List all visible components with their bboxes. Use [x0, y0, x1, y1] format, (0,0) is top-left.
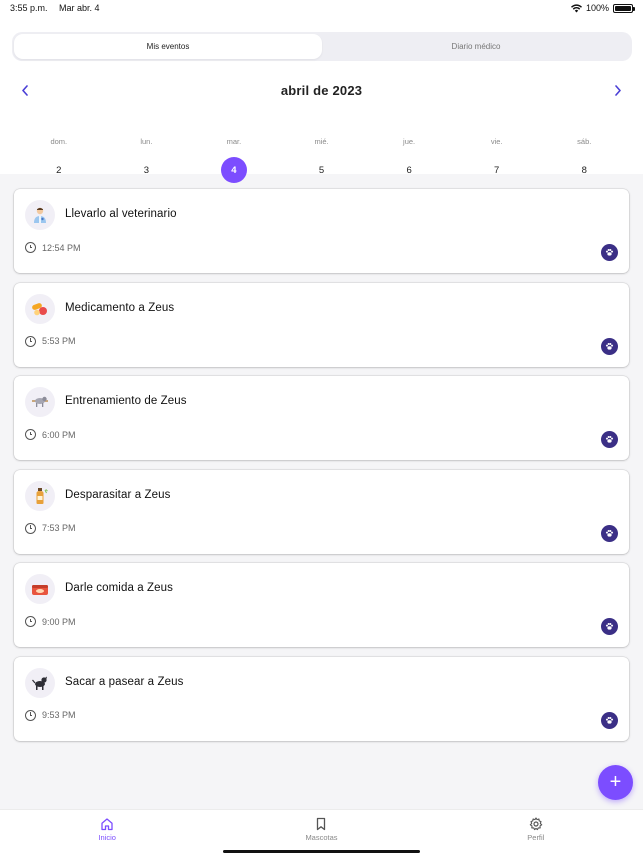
day-friday[interactable]: vie. 7	[453, 137, 541, 183]
food-box-icon	[25, 574, 55, 605]
day-number: 6	[406, 164, 412, 176]
event-card[interactable]: Sacar a pasear a Zeus 9:53 PM	[14, 656, 629, 741]
training-dog-icon	[25, 387, 55, 418]
add-event-button[interactable]: +	[598, 765, 633, 800]
event-time-row: 5:53 PM	[25, 335, 76, 347]
pet-avatar-badge	[601, 524, 618, 542]
day-number: 7	[494, 164, 500, 176]
clock-icon	[25, 522, 36, 534]
event-time: 6:00 PM	[42, 429, 76, 440]
day-saturday[interactable]: sáb. 8	[540, 137, 628, 183]
event-time-row: 12:54 PM	[25, 242, 81, 253]
paw-icon	[605, 529, 614, 537]
segmented-control: Mis eventos Diario médico	[12, 32, 632, 61]
battery-percent: 100%	[585, 3, 609, 13]
paw-icon	[605, 436, 614, 443]
event-title: Sacar a pasear a Zeus	[65, 675, 184, 688]
day-name: jue.	[403, 137, 416, 146]
event-card[interactable]: Llevarlo al veterinario 12:54 PM	[14, 189, 629, 273]
wifi-icon	[570, 3, 582, 12]
clock-icon	[25, 616, 36, 628]
pet-avatar-badge	[601, 337, 618, 355]
day-name: sáb.	[577, 137, 592, 146]
pills-icon	[25, 293, 55, 324]
event-time: 7:53 PM	[42, 523, 76, 534]
event-card[interactable]: Darle comida a Zeus 9:00 PM	[14, 563, 629, 648]
battery-icon	[613, 3, 635, 13]
chevron-right-icon[interactable]	[608, 80, 628, 100]
pet-avatar-badge	[601, 618, 618, 636]
status-time: 3:55 p.m.	[10, 3, 48, 13]
deworming-bottle-icon	[25, 480, 55, 511]
day-number: 5	[318, 164, 325, 176]
paw-icon	[605, 342, 614, 350]
event-title: Medicamento a Zeus	[65, 301, 175, 314]
week-strip: dom. 2 lun. 3 mar. 4 mié. 5 jue. 6 vie. …	[15, 137, 628, 183]
tab-diario-medico[interactable]: Diario médico	[322, 34, 630, 59]
calendar-header: Mis eventos Diario médico abril de 2023 …	[0, 16, 643, 183]
pet-avatar-badge	[601, 244, 618, 261]
tab-inicio[interactable]: Inicio	[0, 810, 214, 858]
status-bar: 3:55 p.m. Mar abr. 4 100%	[0, 0, 643, 16]
event-time-row: 9:53 PM	[25, 709, 76, 721]
day-name: dom.	[50, 137, 68, 146]
paw-icon	[605, 716, 614, 724]
event-time: 12:54 PM	[42, 242, 81, 253]
day-monday[interactable]: lun. 3	[103, 137, 191, 183]
chevron-left-icon[interactable]	[15, 80, 35, 100]
gear-icon	[529, 817, 543, 831]
day-name: lun.	[140, 137, 153, 146]
home-icon	[101, 818, 113, 831]
event-title: Darle comida a Zeus	[65, 582, 173, 595]
event-time: 5:53 PM	[42, 336, 76, 347]
event-title: Entrenamiento de Zeus	[65, 395, 187, 408]
pet-avatar-badge	[601, 711, 618, 729]
event-list: Llevarlo al veterinario 12:54 PM Medicam…	[14, 189, 629, 751]
clock-icon	[25, 709, 36, 721]
day-name: mar.	[226, 137, 242, 146]
day-number: 2	[56, 164, 62, 176]
day-name: vie.	[490, 137, 503, 146]
event-card[interactable]: Desparasitar a Zeus 7:53 PM	[14, 469, 629, 554]
month-selector: abril de 2023	[0, 80, 643, 100]
tab-label: Perfil	[527, 833, 545, 842]
day-number: 8	[581, 164, 587, 176]
tab-label: Inicio	[98, 833, 116, 842]
plus-icon: +	[609, 771, 622, 793]
pet-avatar-badge	[601, 431, 618, 449]
day-sunday[interactable]: dom. 2	[15, 137, 103, 183]
event-title: Llevarlo al veterinario	[65, 208, 177, 220]
tab-mis-eventos[interactable]: Mis eventos	[14, 34, 322, 59]
tab-label: Mascotas	[305, 833, 338, 842]
event-time: 9:53 PM	[42, 710, 76, 721]
event-card[interactable]: Entrenamiento de Zeus 6:00 PM	[14, 376, 629, 461]
clock-icon	[25, 429, 36, 441]
event-time: 9:00 PM	[42, 616, 76, 627]
event-time-row: 7:53 PM	[25, 522, 76, 534]
day-name: mié.	[314, 137, 329, 146]
veterinarian-icon	[25, 200, 55, 230]
day-number: 4	[220, 157, 247, 183]
event-card[interactable]: Medicamento a Zeus 5:53 PM	[14, 282, 629, 367]
day-thursday[interactable]: jue. 6	[365, 137, 453, 183]
event-time-row: 9:00 PM	[25, 616, 76, 628]
walking-dog-icon	[25, 667, 55, 698]
day-number: 3	[143, 164, 149, 176]
clock-icon	[25, 242, 36, 253]
month-title: abril de 2023	[280, 82, 363, 98]
paw-icon	[605, 623, 614, 631]
day-tuesday-selected[interactable]: mar. 4	[190, 137, 278, 183]
status-date: Mar abr. 4	[59, 3, 100, 13]
day-wednesday[interactable]: mié. 5	[278, 137, 366, 183]
tab-perfil[interactable]: Perfil	[429, 810, 643, 858]
home-indicator	[223, 850, 420, 853]
event-time-row: 6:00 PM	[25, 429, 76, 441]
paw-icon	[605, 248, 614, 256]
event-title: Desparasitar a Zeus	[65, 488, 171, 501]
clock-icon	[25, 335, 36, 347]
bookmark-icon	[317, 817, 326, 831]
